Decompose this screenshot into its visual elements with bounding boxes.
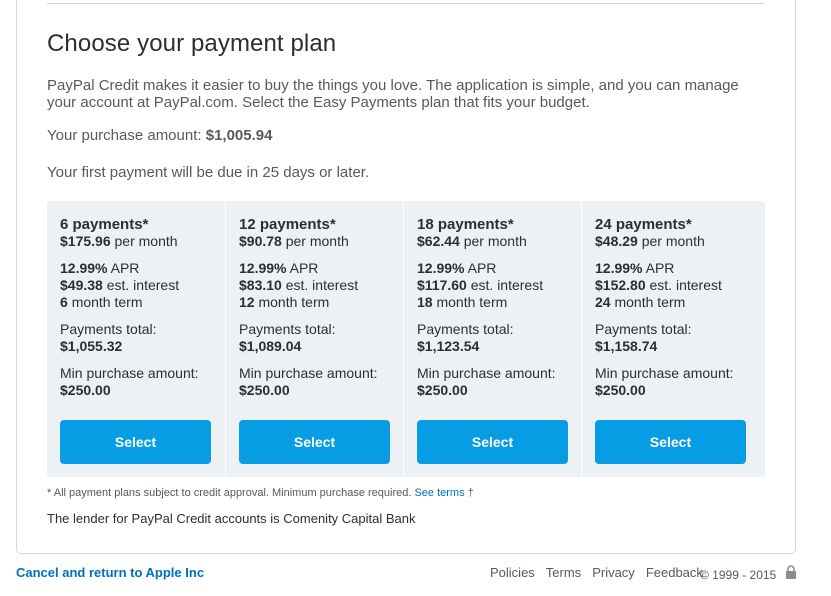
interest-label: est. interest [649,277,722,293]
page-title: Choose your payment plan [47,30,337,57]
first-payment-note: Your first payment will be due in 25 day… [47,164,370,181]
footer-links: Policies Terms Privacy Feedback [490,565,714,580]
per-month-label: per month [285,233,349,249]
plan-options: 6 payments* $175.96 per month 12.99% APR… [47,201,765,477]
per-month-label: per month [463,233,527,249]
plan-interest: $83.10 [239,277,282,293]
plan-total: $1,089.04 [239,338,302,354]
select-12-payments-button[interactable]: Select [239,420,390,464]
intro-text: PayPal Credit makes it easier to buy the… [47,77,739,111]
term-label: month term [614,294,686,310]
purchase-value: $1,005.94 [205,127,273,144]
min-label: Min purchase amount: [60,365,199,381]
apr-label: APR [289,260,319,276]
cancel-return-link[interactable]: Cancel and return to Apple Inc [16,565,204,580]
term-label: month term [436,294,508,310]
per-month-label: per month [641,233,705,249]
feedback-link[interactable]: Feedback [646,565,703,580]
plan-total: $1,055.32 [60,338,123,354]
see-terms-link[interactable]: See terms [414,487,464,499]
apr-label: APR [467,260,497,276]
select-6-payments-button[interactable]: Select [60,420,211,464]
plan-monthly: $175.96 [60,233,111,249]
plan-total: $1,158.74 [595,338,658,354]
interest-label: est. interest [106,277,180,293]
policies-link[interactable]: Policies [490,565,535,580]
plan-monthly: $62.44 [417,233,460,249]
lender-note: The lender for PayPal Credit accounts is… [47,511,416,526]
plan-6: 6 payments* $175.96 per month 12.99% APR… [47,201,225,477]
min-label: Min purchase amount: [595,365,734,381]
interest-label: est. interest [285,277,359,293]
plan-apr: 12.99% [417,260,465,276]
min-label: Min purchase amount: [417,365,556,381]
terms-link[interactable]: Terms [546,565,581,580]
plan-term: 12 [239,294,255,310]
dagger-mark: † [467,487,474,499]
interest-label: est. interest [470,277,544,293]
plan-interest: $152.80 [595,277,646,293]
purchase-amount: Your purchase amount: $1,005.94 [47,127,272,144]
lock-icon [786,565,796,579]
plan-interest: $49.38 [60,277,103,293]
total-label: Payments total: [60,321,157,337]
per-month-label: per month [114,233,178,249]
footnote-text: * All payment plans subject to credit ap… [47,487,412,499]
term-label: month term [71,294,143,310]
plan-payments: 24 payments* [595,216,692,233]
plan-monthly: $48.29 [595,233,638,249]
plan-total: $1,123.54 [417,338,480,354]
min-label: Min purchase amount: [239,365,378,381]
plan-min: $250.00 [60,382,111,398]
plan-term: 6 [60,294,68,310]
plan-payments: 12 payments* [239,216,336,233]
plan-apr: 12.99% [60,260,108,276]
plan-min: $250.00 [417,382,468,398]
plan-interest: $117.60 [417,277,467,293]
select-24-payments-button[interactable]: Select [595,420,746,464]
apr-label: APR [645,260,675,276]
total-label: Payments total: [595,321,692,337]
purchase-label: Your purchase amount: [47,127,202,144]
divider [47,3,765,4]
plan-term: 18 [417,294,433,310]
plan-12: 12 payments* $90.78 per month 12.99% APR… [225,201,403,477]
plan-apr: 12.99% [239,260,287,276]
plan-payments: 18 payments* [417,216,514,233]
apr-label: APR [110,260,140,276]
total-label: Payments total: [239,321,336,337]
copyright: © 1999 - 2015 [700,568,777,582]
plan-min: $250.00 [239,382,290,398]
plan-24: 24 payments* $48.29 per month 12.99% APR… [581,201,759,477]
plan-monthly: $90.78 [239,233,282,249]
plan-apr: 12.99% [595,260,643,276]
privacy-link[interactable]: Privacy [592,565,635,580]
plan-min: $250.00 [595,382,646,398]
term-label: month term [258,294,330,310]
plan-18: 18 payments* $62.44 per month 12.99% APR… [403,201,581,477]
credit-footnote: * All payment plans subject to credit ap… [47,487,474,499]
plan-term: 24 [595,294,611,310]
select-18-payments-button[interactable]: Select [417,420,568,464]
plan-payments: 6 payments* [60,216,149,233]
total-label: Payments total: [417,321,514,337]
